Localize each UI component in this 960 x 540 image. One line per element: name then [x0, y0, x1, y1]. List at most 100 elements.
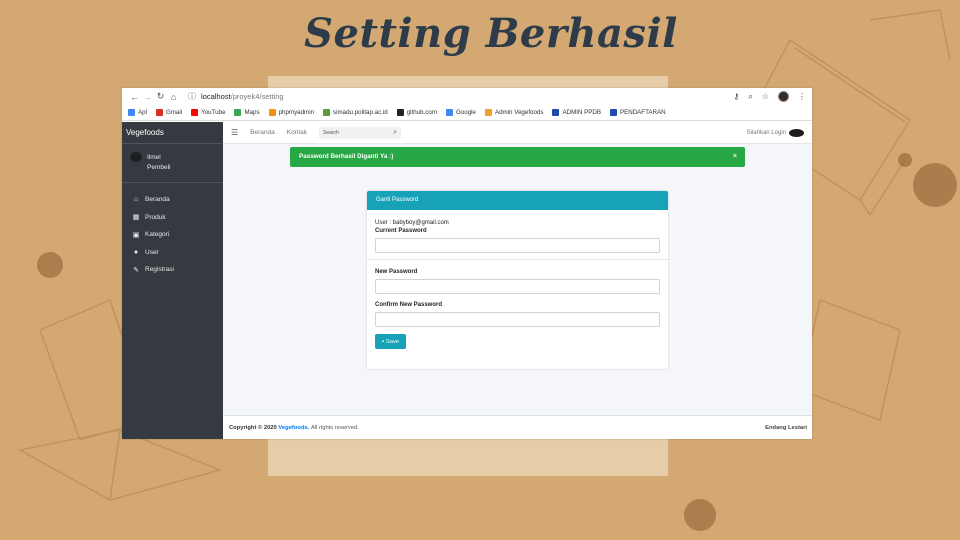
sidebar-item-produk[interactable]: ▦ Produk — [122, 209, 223, 227]
bookmark-label: PENDAFTARAN — [619, 109, 666, 116]
bookmark-label: YouTube — [201, 109, 226, 116]
search-icon[interactable]: ⌕ — [393, 129, 397, 137]
search-placeholder: Search — [323, 129, 339, 136]
url-path: /proyek4/setting — [230, 92, 284, 101]
bookmark-label: github.com — [406, 109, 437, 116]
apps-grid-icon — [128, 109, 135, 116]
bookmark-label: Gmail — [165, 109, 183, 116]
google-icon — [446, 109, 453, 116]
gmail-icon — [155, 109, 163, 116]
home-icon: ⌂ — [133, 196, 139, 204]
login-link[interactable]: Silahkan Login — [747, 128, 804, 137]
footer-copyright: Copyright © 2020 — [229, 424, 277, 431]
home-icon[interactable]: ⌂ — [167, 92, 180, 102]
confirm-password-field[interactable] — [375, 312, 660, 327]
user-panel: Ilmel Pembeli — [122, 144, 223, 183]
user-name[interactable]: Ilmel — [147, 153, 170, 163]
url-field[interactable]: ⓘ localhost /proyek4/setting — [188, 91, 733, 102]
bookmark-item[interactable]: YouTube — [191, 109, 225, 116]
sidebar: Vegefoods Ilmel Pembeli ⌂ Beranda ▦ Prod… — [122, 122, 223, 439]
star-icon[interactable]: ☆ — [762, 92, 769, 101]
save-button[interactable]: ▪ Save — [375, 334, 406, 349]
key-icon[interactable]: ⚷ — [733, 92, 739, 101]
bookmark-label: ADMIN PPDB — [562, 109, 601, 116]
bookmark-label: Admin Vegefoods — [494, 109, 544, 116]
top-navbar: ☰ Beranda Kontak Search ⌕ Silahkan Login — [223, 122, 812, 144]
url-host: localhost — [201, 92, 231, 101]
browser-window: ← → ↻ ⌂ ⓘ localhost /proyek4/setting ⚷ ⌕… — [122, 88, 812, 439]
footer-author: Endang Lestari — [765, 424, 807, 431]
user-role: Pembeli — [147, 164, 171, 171]
sidebar-item-beranda[interactable]: ⌂ Beranda — [122, 191, 223, 209]
sidebar-menu: ⌂ Beranda ▦ Produk ▣ Kategori ● User ✎ R… — [122, 183, 223, 279]
bookmark-item[interactable]: PENDAFTARAN — [609, 109, 666, 116]
phpmyadmin-icon — [268, 109, 276, 116]
brand-link[interactable]: Vegefoods — [122, 122, 223, 144]
github-icon — [396, 109, 404, 116]
sidebar-item-label: Kategori — [145, 231, 170, 239]
sidebar-item-user[interactable]: ● User — [122, 244, 223, 262]
zoom-icon[interactable]: ⌕ — [748, 92, 752, 102]
bookmarks-bar: Apl Gmail YouTube Maps phpmyadmin simadu.poli… — [122, 105, 812, 121]
hamburger-menu-icon[interactable]: ☰ — [231, 128, 238, 137]
sidebar-item-registrasi[interactable]: ✎ Registrasi — [122, 261, 223, 279]
sidebar-item-label: Beranda — [145, 196, 170, 204]
slide-title: Setting Berhasil — [304, 10, 678, 57]
close-icon[interactable]: × — [733, 147, 737, 167]
reload-icon[interactable]: ↻ — [154, 91, 167, 102]
bookmark-label: Maps — [244, 109, 260, 116]
sidebar-item-label: Produk — [145, 213, 166, 221]
bookmark-item[interactable]: Google — [446, 109, 476, 116]
new-password-label: New Password — [375, 269, 418, 275]
bookmark-item[interactable]: Apl — [128, 109, 147, 116]
alert-message: Password Berhasil Diganti Ya :) — [299, 153, 394, 160]
sidebar-item-kategori[interactable]: ▣ Kategori — [122, 226, 223, 244]
nav-link-beranda[interactable]: Beranda — [250, 129, 275, 136]
bookmark-item[interactable]: phpmyadmin — [268, 109, 315, 116]
avatar[interactable] — [789, 128, 804, 137]
login-text[interactable]: Silahkan Login — [747, 130, 786, 136]
current-password-field[interactable] — [375, 238, 660, 253]
edit-icon: ✎ — [133, 266, 139, 274]
maps-pin-icon — [234, 109, 242, 116]
profile-avatar[interactable] — [778, 91, 789, 102]
search-input[interactable]: Search ⌕ — [319, 126, 401, 139]
bookmark-label: phpmyadmin — [278, 109, 315, 116]
bookmark-item[interactable]: Maps — [234, 109, 260, 116]
vegefoods-icon — [484, 109, 492, 116]
bookmark-label: Google — [456, 109, 476, 116]
sidebar-item-label: User — [145, 248, 159, 256]
bookmark-item[interactable]: Admin Vegefoods — [484, 109, 544, 116]
bookmark-label: simadu.politap.ac.id — [333, 109, 388, 116]
user-email-label: User : babyboy@gmail.com — [375, 220, 449, 226]
card-title: Ganti Password — [367, 191, 668, 210]
calendar-icon: ▦ — [132, 214, 140, 222]
bookmark-item[interactable]: simadu.politap.ac.id — [323, 109, 388, 116]
main-area: ☰ Beranda Kontak Search ⌕ Silahkan Login… — [223, 122, 812, 439]
nav-link-kontak[interactable]: Kontak — [287, 129, 307, 136]
forward-arrow-icon[interactable]: → — [141, 92, 154, 102]
bookmark-item[interactable]: github.com — [396, 109, 437, 116]
content-area: Password Berhasil Diganti Ya :) × Ganti … — [223, 144, 812, 415]
bookmark-item[interactable]: ADMIN PPDB — [552, 109, 601, 116]
ppdb-icon — [552, 109, 560, 116]
bookmark-item[interactable]: Gmail — [155, 109, 183, 116]
change-password-card: Ganti Password User : babyboy@gmail.com … — [367, 191, 668, 369]
back-arrow-icon[interactable]: ← — [128, 92, 141, 102]
app-layout: Vegefoods Ilmel Pembeli ⌂ Beranda ▦ Prod… — [122, 122, 812, 439]
info-icon[interactable]: ⓘ — [188, 91, 196, 102]
new-password-field[interactable] — [375, 279, 660, 294]
bookmark-label: Apl — [138, 109, 147, 116]
footer: Copyright © 2020 Vegefoods. All rights r… — [223, 415, 812, 439]
footer-brand-link[interactable]: Vegefoods. — [278, 425, 309, 431]
save-label: Save — [385, 338, 400, 345]
avatar — [130, 152, 142, 162]
confirm-password-label: Confirm New Password — [375, 302, 443, 308]
divider — [367, 259, 668, 260]
current-password-label: Current Password — [375, 228, 427, 234]
more-menu-icon[interactable]: ⋮ — [798, 92, 806, 101]
footer-rights: All rights reserved. — [310, 424, 359, 431]
simadu-icon — [323, 109, 331, 116]
address-bar: ← → ↻ ⌂ ⓘ localhost /proyek4/setting ⚷ ⌕… — [122, 88, 812, 105]
save-icon: ▪ — [381, 338, 384, 345]
